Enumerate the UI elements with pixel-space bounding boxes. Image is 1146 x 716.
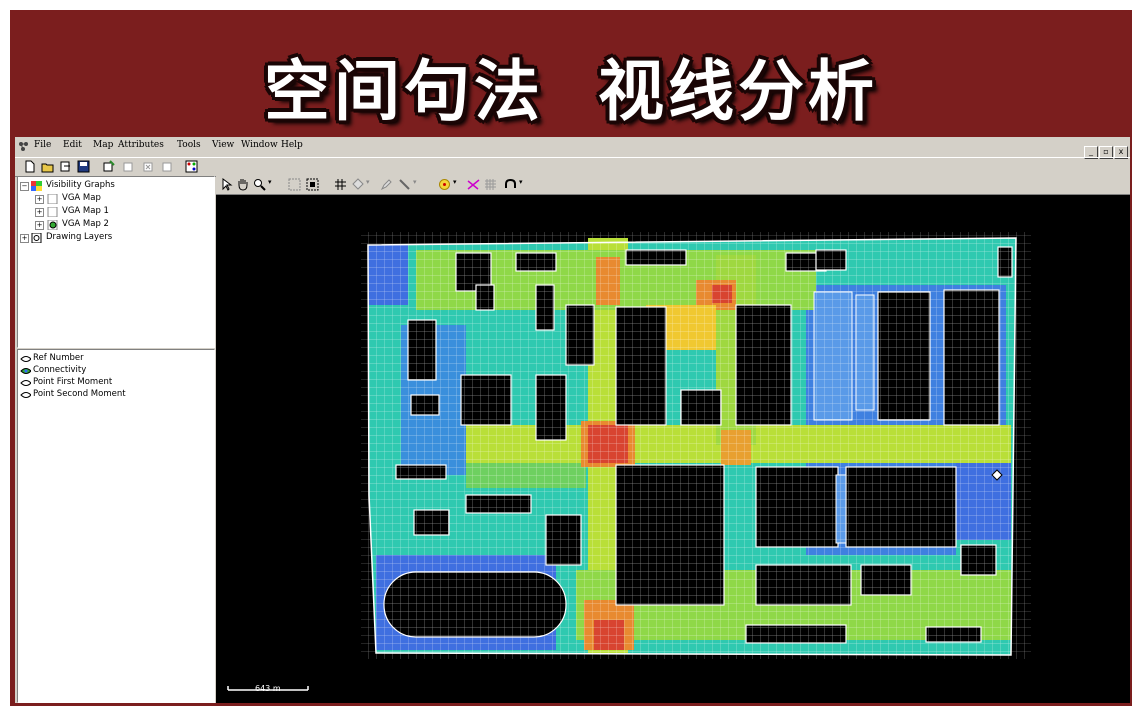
collapse-toggle[interactable]: −: [20, 182, 29, 191]
isovist-dropdown-icon[interactable]: ▾: [453, 178, 466, 191]
active-map-icon: [47, 220, 58, 230]
expand-toggle[interactable]: +: [35, 221, 44, 230]
menu-tools[interactable]: Tools: [177, 140, 201, 150]
map-toolbar: ▾ ▾ ▾ ▾ ▾: [216, 176, 1130, 195]
link-dropdown-icon[interactable]: ▾: [519, 178, 532, 191]
line-tool-icon[interactable]: [398, 178, 411, 191]
vga-map-canvas[interactable]: [216, 195, 1130, 703]
map-view[interactable]: [216, 195, 1130, 703]
map-page-icon: [47, 207, 58, 217]
pan-hand-icon[interactable]: [236, 178, 249, 191]
menu-map[interactable]: Map: [93, 140, 113, 150]
tree-item-drawing-layers[interactable]: Drawing Layers: [46, 232, 112, 242]
line-dropdown-icon[interactable]: ▾: [413, 178, 426, 191]
mdi-window-buttons: _ ▫ x: [1083, 139, 1128, 159]
grid-overlay: [368, 238, 1016, 655]
menu-attributes[interactable]: Attributes: [118, 140, 164, 150]
save-icon[interactable]: [77, 160, 90, 173]
select-arrow-icon[interactable]: [220, 178, 233, 191]
tree-item-visibility-graphs[interactable]: Visibility Graphs: [46, 180, 115, 190]
expand-toggle[interactable]: +: [20, 234, 29, 243]
scale-bar-label: 643 m: [255, 684, 281, 693]
fill-dropdown-icon[interactable]: ▾: [366, 178, 379, 191]
open-folder-icon[interactable]: [41, 160, 54, 173]
recentre-icon[interactable]: [306, 178, 319, 191]
attribute-point-first-moment[interactable]: Point First Moment: [33, 377, 112, 387]
zoom-icon[interactable]: [253, 178, 266, 191]
attribute-list-panel: Ref Number Connectivity Point First Mome…: [17, 349, 215, 703]
tree-item-vga-map-1[interactable]: VGA Map 1: [62, 206, 109, 216]
fill-icon[interactable]: [351, 178, 364, 191]
tree-item-vga-map[interactable]: VGA Map: [62, 193, 101, 203]
attribute-point-second-moment[interactable]: Point Second Moment: [33, 389, 126, 399]
attribute-active-eye-icon: [20, 368, 31, 374]
attribute-eye-icon: [20, 392, 31, 398]
tree-item-vga-map-2[interactable]: VGA Map 2: [62, 219, 109, 229]
map-page-icon: [47, 194, 58, 204]
grid-icon[interactable]: [334, 178, 347, 191]
attribute-connectivity[interactable]: Connectivity: [33, 365, 86, 375]
new-file-icon[interactable]: [23, 160, 36, 173]
menu-view[interactable]: View: [212, 140, 234, 150]
expand-toggle[interactable]: +: [35, 195, 44, 204]
graph-icon[interactable]: [185, 160, 198, 173]
menu-window[interactable]: Window: [241, 140, 278, 150]
layer-props-icon[interactable]: [161, 160, 174, 173]
menu-file[interactable]: File: [34, 140, 51, 150]
delete-layer-icon[interactable]: [142, 160, 155, 173]
isovist-icon[interactable]: [438, 178, 451, 191]
link-icon[interactable]: [504, 178, 517, 191]
menubar: File Edit Map Attributes Tools View Wind…: [15, 137, 1130, 159]
app-logo-icon: [19, 142, 28, 151]
zoom-dropdown-icon[interactable]: ▾: [268, 178, 281, 191]
zoom-window-icon[interactable]: [288, 178, 301, 191]
expand-toggle[interactable]: +: [35, 208, 44, 217]
join-icon[interactable]: [484, 178, 497, 191]
menu-help[interactable]: Help: [281, 140, 303, 150]
visibility-graph-icon: [31, 181, 42, 191]
attribute-ref-number[interactable]: Ref Number: [33, 353, 84, 363]
layer-tree-panel: − Visibility Graphs + VGA Map + VGA Map …: [17, 176, 215, 348]
new-layer-icon[interactable]: [102, 160, 115, 173]
attribute-eye-icon: [20, 380, 31, 386]
pencil-icon[interactable]: [380, 178, 393, 191]
depthmap-window: File Edit Map Attributes Tools View Wind…: [15, 137, 1130, 703]
menu-edit[interactable]: Edit: [63, 140, 82, 150]
main-toolbar: [15, 157, 1130, 177]
axial-line-icon[interactable]: [467, 178, 480, 191]
import-icon[interactable]: [59, 160, 72, 173]
drawing-layers-icon: [31, 233, 42, 243]
edit-layer-icon[interactable]: [122, 160, 135, 173]
attribute-eye-icon: [20, 356, 31, 362]
banner-title: 空间句法 视线分析: [264, 52, 878, 130]
